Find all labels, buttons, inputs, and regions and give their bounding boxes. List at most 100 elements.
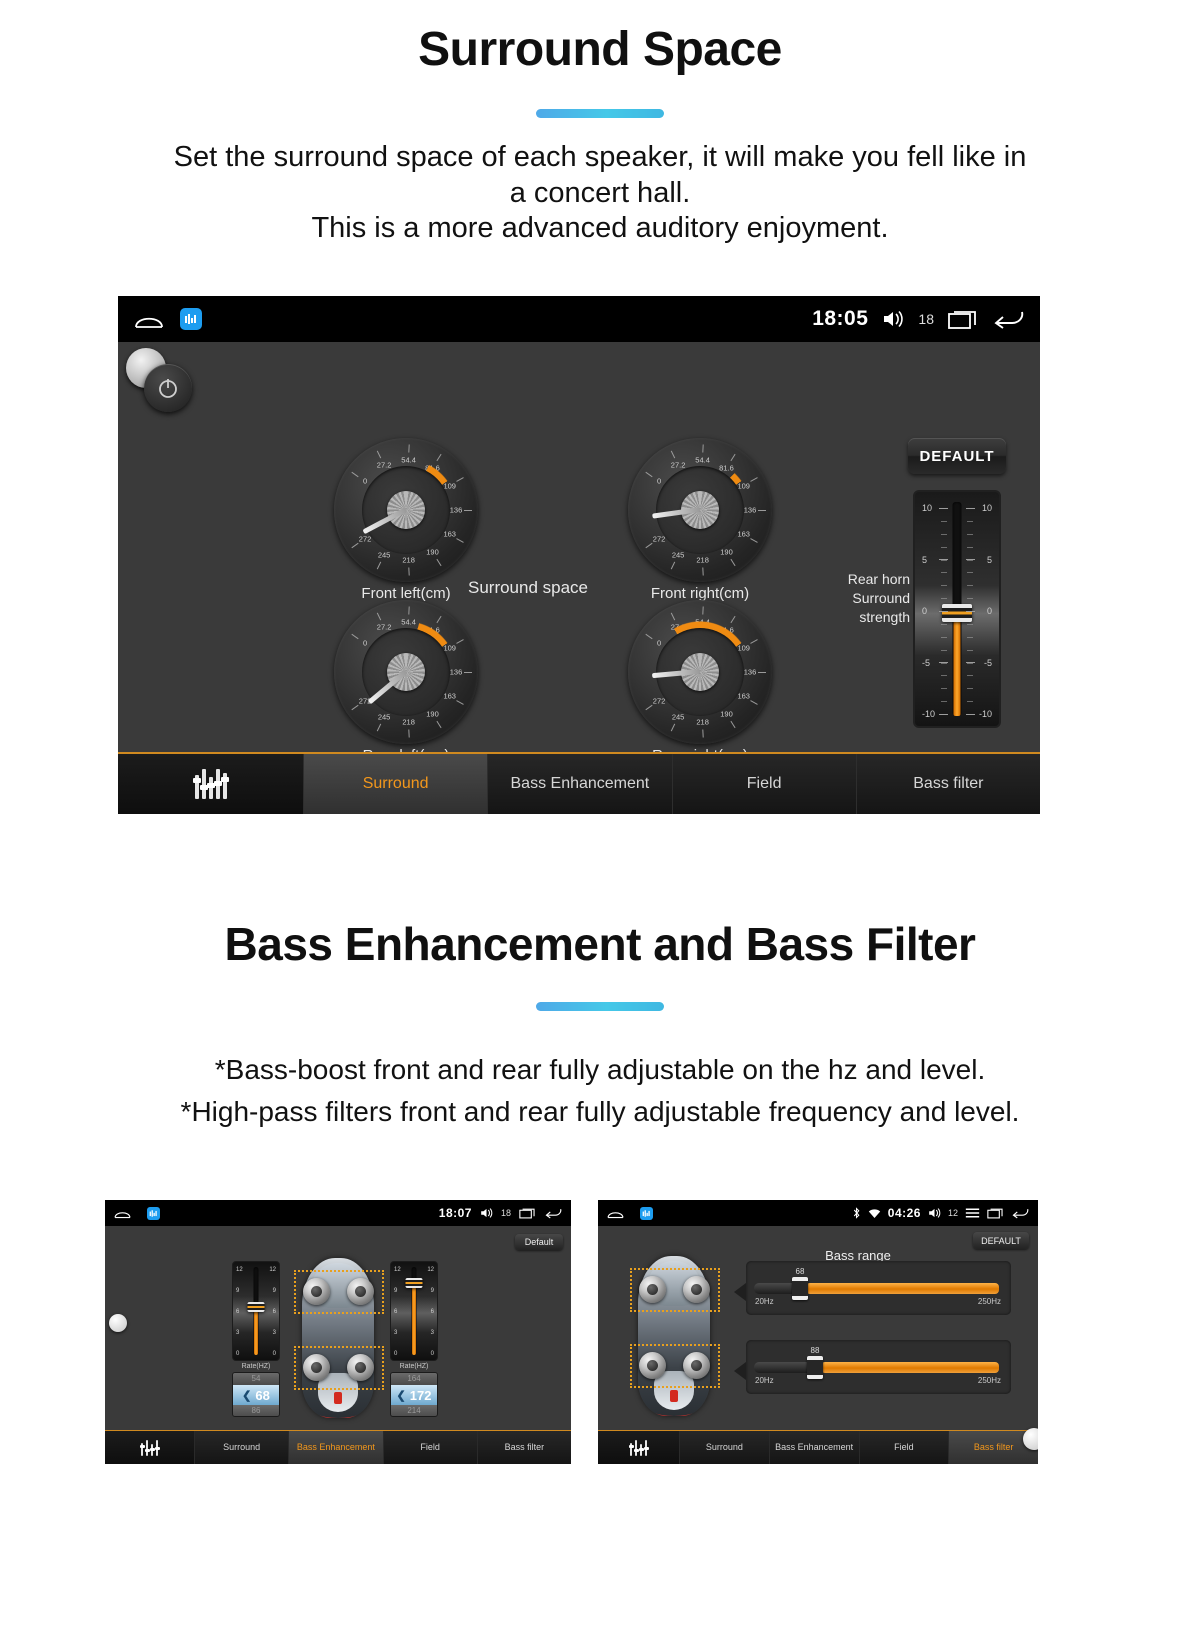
- menu-icon[interactable]: [965, 1207, 980, 1219]
- fader-minor-tick: [967, 688, 973, 690]
- knob-tick: [750, 537, 758, 543]
- tab-bar-bass-enh: Surround Bass Enhancement Field Bass fil…: [105, 1430, 571, 1464]
- fader-scale-label: 0: [986, 606, 992, 616]
- fader-minor-tick: [967, 559, 973, 561]
- fader-minor-tick: [967, 623, 973, 625]
- tab-equalizer[interactable]: [598, 1431, 680, 1464]
- fader-minor-tick: [941, 533, 947, 535]
- knob-tick: [758, 509, 766, 511]
- recents-icon[interactable]: [948, 308, 978, 330]
- tab-field[interactable]: Field: [859, 1431, 950, 1464]
- knob-tick: [750, 699, 758, 705]
- bass-range-handle-rear[interactable]: [807, 1356, 823, 1379]
- rear-frequency-value[interactable]: 164 ❮ 172 214: [390, 1372, 438, 1417]
- tab-bass-enhancement[interactable]: Bass Enhancement: [769, 1431, 860, 1464]
- knob-tick: [408, 444, 410, 453]
- tab-bass-filter[interactable]: Bass filter: [477, 1431, 571, 1464]
- status-clock: 04:26: [887, 1206, 921, 1220]
- fader-handle[interactable]: [405, 1278, 423, 1288]
- rear-speakers-highlight: [294, 1346, 384, 1390]
- knob-rear-right[interactable]: 027.254.481.6109136163190218245272 Rear …: [614, 600, 786, 764]
- surround-space-panel: 027.254.481.6109136163190218245272 Front…: [118, 342, 1040, 764]
- fader-handle[interactable]: [247, 1302, 265, 1312]
- audio-app-icon[interactable]: [180, 308, 202, 330]
- audio-app-icon[interactable]: [147, 1206, 160, 1220]
- tab-surround[interactable]: Surround: [680, 1431, 770, 1464]
- fader-minor-tick: [967, 572, 973, 574]
- knob-tick: [702, 606, 704, 615]
- surround-space-caption: Surround space: [467, 578, 589, 597]
- tab-field[interactable]: Field: [383, 1431, 478, 1464]
- status-clock: 18:05: [812, 307, 869, 330]
- fader-minor-tick: [941, 662, 947, 664]
- back-icon[interactable]: [544, 1207, 562, 1219]
- tab-bass-filter[interactable]: Bass filter: [856, 754, 1040, 814]
- default-button[interactable]: Default: [515, 1234, 563, 1250]
- bass-range-max-rear: 250Hz: [977, 1376, 1001, 1385]
- tab-bass-enhancement[interactable]: Bass Enhancement: [488, 754, 673, 814]
- rear-horn-label-line3: strength: [859, 608, 910, 625]
- knob-rear-left[interactable]: 027.254.481.6109136163190218245272 Rear …: [320, 600, 492, 764]
- default-button[interactable]: DEFAULT: [973, 1232, 1029, 1249]
- tab-surround[interactable]: Surround: [304, 754, 489, 814]
- knob-tick: [456, 477, 464, 483]
- volume-icon[interactable]: [480, 1207, 493, 1219]
- mini-fader-scale-label: 3: [430, 1330, 434, 1336]
- knob-tick: [702, 567, 704, 576]
- front-speakers-highlight: [630, 1268, 720, 1312]
- knob-tick: [376, 561, 382, 570]
- home-icon[interactable]: [607, 1207, 624, 1219]
- recents-icon[interactable]: [519, 1207, 536, 1219]
- tab-equalizer[interactable]: [118, 754, 304, 814]
- fader-minor-tick: [967, 520, 973, 522]
- knob-tick: [436, 453, 442, 462]
- back-icon[interactable]: [1011, 1207, 1029, 1219]
- rear-speakers-highlight: [630, 1344, 720, 1388]
- knob-tick: [730, 558, 736, 567]
- rear-horn-surround-strength-fader[interactable]: 10 10 5 5 0 0 -5 -5 -10 -10: [913, 490, 1001, 728]
- rear-rate-label: Rate(HZ): [399, 1363, 429, 1370]
- volume-icon[interactable]: [928, 1207, 941, 1219]
- mini-fader-scale-label: 9: [236, 1288, 240, 1294]
- front-frequency-value[interactable]: 54 ❮ 68 86: [232, 1372, 280, 1417]
- power-button[interactable]: [144, 364, 192, 412]
- knob-tick: [730, 453, 736, 462]
- tab-field[interactable]: Field: [672, 754, 857, 814]
- front-freq-current: ❮ 68: [233, 1385, 279, 1405]
- bass-range-value-front: 68: [795, 1267, 805, 1276]
- fader-scale-label: -10: [978, 709, 992, 719]
- device-rotary-knob[interactable]: [109, 1314, 127, 1332]
- default-button[interactable]: DEFAULT: [908, 438, 1006, 474]
- fader-minor-tick: [941, 559, 947, 561]
- bass-range-slider-front[interactable]: 68 20Hz 250Hz: [746, 1261, 1011, 1315]
- bass-range-slider-rear[interactable]: 88 20Hz 250Hz: [746, 1340, 1011, 1394]
- tab-surround[interactable]: Surround: [195, 1431, 290, 1464]
- rear-bass-level-fader[interactable]: 12 12 9 9 6 6 3 3 0 0: [390, 1261, 438, 1361]
- volume-icon[interactable]: [882, 309, 904, 329]
- audio-app-icon[interactable]: [640, 1206, 653, 1220]
- knob-tick: [750, 639, 758, 645]
- tab-equalizer[interactable]: [105, 1431, 195, 1464]
- home-icon[interactable]: [134, 309, 164, 329]
- mini-fader-scale-label: 12: [269, 1267, 276, 1273]
- knob-tick: [351, 704, 359, 711]
- fader-minor-tick: [941, 675, 947, 677]
- back-icon[interactable]: [992, 308, 1024, 330]
- status-clock: 18:07: [438, 1206, 472, 1220]
- fader-scale-label: 0: [922, 606, 928, 616]
- status-bar: 18:05 18: [118, 296, 1040, 342]
- home-icon[interactable]: [114, 1207, 131, 1219]
- bass-range-handle-front[interactable]: [792, 1277, 808, 1300]
- device-rotary-knob[interactable]: [1023, 1428, 1038, 1450]
- fader-handle[interactable]: [942, 604, 972, 622]
- section1-description: Set the surround space of each speaker, …: [0, 140, 1200, 246]
- fader-minor-tick: [967, 636, 973, 638]
- mini-fader-scale-label: 12: [427, 1267, 434, 1273]
- mini-fader-scale-label: 0: [236, 1351, 240, 1357]
- knob-front-right[interactable]: 027.254.481.6109136163190218245272 Front…: [614, 438, 786, 602]
- knob-tick: [351, 542, 359, 549]
- tab-bass-enhancement[interactable]: Bass Enhancement: [289, 1431, 384, 1464]
- left-chevron-icon: ❮: [242, 1389, 252, 1402]
- front-bass-level-fader[interactable]: 12 12 9 9 6 6 3 3 0 0: [232, 1261, 280, 1361]
- recents-icon[interactable]: [987, 1207, 1004, 1219]
